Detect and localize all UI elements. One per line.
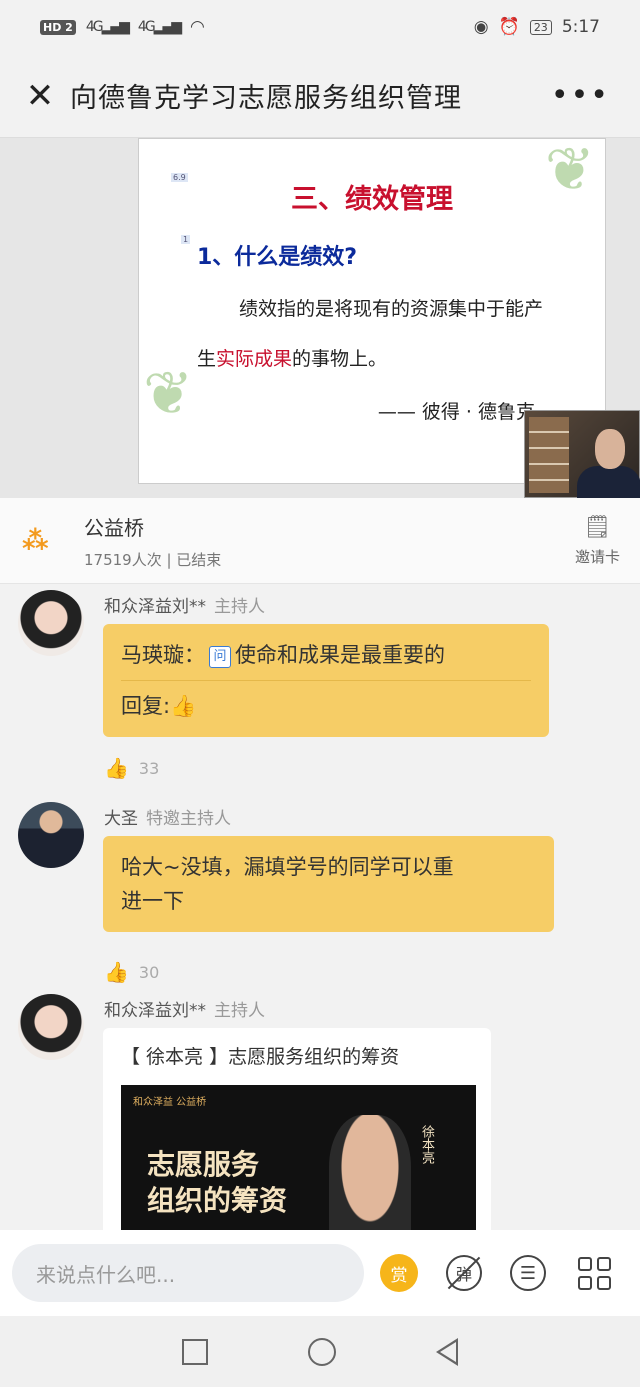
slide-text: 绩效指的是将现有的资源集中于能产	[239, 298, 544, 320]
like-button[interactable]: 👍 30	[104, 960, 159, 984]
close-icon[interactable]: ✕	[10, 76, 70, 116]
sender-name: 大圣 特邀主持人	[104, 809, 231, 829]
invite-card-button[interactable]: 🗒 邀请卡	[575, 515, 620, 567]
message-bubble[interactable]: 哈大~没填，漏填学号的同学可以重 进一下	[103, 836, 554, 932]
clock: 5:17	[561, 17, 600, 37]
slide-heading: 三、绩效管理	[291, 184, 453, 215]
status-bar: HD 2 4G▂▄▆ 4G▂▄▆ ◠ ◉ ⏰ 23 5:17	[0, 0, 640, 54]
floral-decoration-icon: ❦	[143, 359, 194, 429]
network-badge: HD 2	[40, 19, 76, 35]
input-bar: 来说点什么吧... 赏 弹 ☰	[0, 1230, 640, 1316]
message-bubble[interactable]: 马瑛璇：问使命和成果是最重要的 回复:👍	[103, 624, 549, 737]
speaker-camera[interactable]	[524, 410, 640, 499]
home-icon[interactable]	[308, 1337, 336, 1366]
channel-header: ⁂ 公益桥 17519人次 | 已结束 🗒 邀请卡	[0, 498, 640, 584]
reward-button[interactable]: 赏	[380, 1254, 418, 1292]
recent-apps-icon[interactable]	[182, 1338, 208, 1365]
slide-quote: —— 彼得 · 德鲁克	[377, 401, 535, 423]
avatar[interactable]	[18, 590, 84, 656]
eye-icon: ◉	[473, 17, 489, 37]
system-nav-bar	[0, 1316, 640, 1387]
reply-text: 回复:👍	[121, 694, 197, 718]
back-icon[interactable]	[436, 1337, 458, 1366]
page-title: 向德鲁克学习志愿服务组织管理	[70, 83, 462, 114]
signal-icon-2: 4G▂▄▆	[137, 19, 182, 35]
sender-name: 和众泽益刘** 主持人	[104, 1001, 265, 1021]
comment-input[interactable]: 来说点什么吧...	[12, 1244, 364, 1302]
avatar[interactable]	[18, 802, 84, 868]
channel-name: 公益桥	[84, 515, 144, 540]
channel-logo-icon: ⁂	[22, 525, 49, 556]
slide-subheading: 1、什么是绩效?	[197, 245, 358, 270]
wifi-icon: ◠	[189, 17, 205, 37]
signal-icon: 4G▂▄▆	[85, 19, 130, 35]
grid-menu-icon[interactable]	[578, 1256, 611, 1290]
avatar[interactable]	[18, 994, 84, 1060]
slide-tag: 1	[181, 235, 191, 244]
barrage-toggle[interactable]: 弹	[446, 1255, 482, 1291]
card-cover-image: 和众泽益 公益桥 志愿服务 组织的筹资 徐本亮	[121, 1085, 476, 1230]
sender-name: 和众泽益刘** 主持人	[104, 597, 265, 617]
title-bar: ✕ 向德鲁克学习志愿服务组织管理 •••	[0, 54, 640, 138]
comment-icon[interactable]: ☰	[510, 1255, 546, 1291]
thumbs-up-icon: 👍	[104, 960, 129, 984]
more-icon[interactable]: •••	[551, 78, 610, 113]
invite-card-icon: 🗒	[583, 514, 612, 540]
card-title: 【 徐本亮 】志愿服务组织的筹资	[121, 1046, 400, 1068]
quoted-question: 马瑛璇：问使命和成果是最重要的	[121, 638, 531, 681]
chat-list[interactable]: 和众泽益刘** 主持人 马瑛璇：问使命和成果是最重要的 回复:👍 👍 33 大圣 特邀…	[0, 584, 640, 1230]
article-card[interactable]: 【 徐本亮 】志愿服务组织的筹资 和众泽益 公益桥 志愿服务 组织的筹资 徐本亮	[103, 1028, 491, 1230]
question-icon: 问	[209, 646, 231, 668]
like-button[interactable]: 👍 33	[104, 756, 159, 780]
thumbs-up-icon: 👍	[104, 756, 129, 780]
battery-indicator: 23	[529, 19, 552, 35]
channel-stats: 17519人次 | 已结束	[84, 550, 222, 569]
alarm-icon: ⏰	[498, 17, 520, 37]
slide-text: 生实际成果的事物上。	[197, 348, 388, 370]
live-video-player[interactable]: ❦ ❦ 6.9 1 三、绩效管理 1、什么是绩效? 绩效指的是将现有的资源集中于…	[0, 135, 640, 499]
